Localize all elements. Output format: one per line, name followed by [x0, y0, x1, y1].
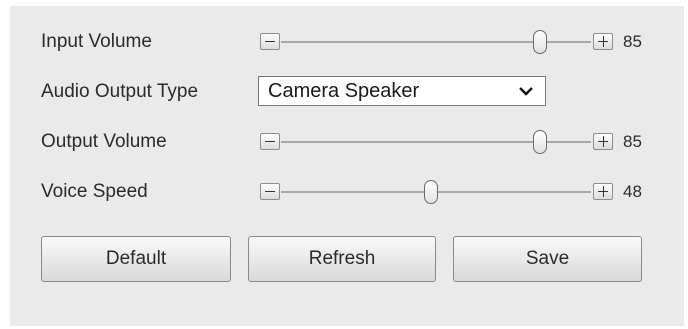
voice-speed-decrease-button[interactable] — [260, 183, 280, 200]
chevron-down-icon — [519, 87, 533, 96]
audio-output-type-label: Audio Output Type — [41, 81, 199, 102]
audio-output-type-select[interactable]: Camera Speaker — [258, 76, 546, 106]
audio-output-type-row: Audio Output Type Camera Speaker — [10, 74, 684, 108]
save-button[interactable]: Save — [453, 236, 642, 282]
output-volume-slider-thumb[interactable] — [532, 130, 547, 154]
audio-settings-panel: Input Volume 85 Audio Output Type Camera… — [10, 6, 684, 326]
voice-speed-row: Voice Speed 48 — [10, 174, 684, 208]
minus-icon — [261, 34, 279, 49]
voice-speed-increase-button[interactable] — [593, 183, 613, 200]
output-volume-label: Output Volume — [41, 131, 167, 152]
output-volume-increase-button[interactable] — [593, 133, 613, 150]
refresh-button[interactable]: Refresh — [248, 236, 436, 282]
output-volume-value: 85 — [623, 132, 642, 151]
input-volume-value: 85 — [623, 32, 642, 51]
voice-speed-slider-thumb[interactable] — [423, 180, 438, 204]
input-volume-increase-button[interactable] — [593, 33, 613, 50]
input-volume-row: Input Volume 85 — [10, 24, 684, 58]
output-volume-decrease-button[interactable] — [260, 133, 280, 150]
input-volume-label: Input Volume — [41, 31, 152, 52]
input-volume-slider-thumb[interactable] — [532, 30, 547, 54]
output-volume-row: Output Volume 85 — [10, 124, 684, 158]
audio-output-type-selected: Camera Speaker — [268, 80, 420, 102]
minus-icon — [261, 134, 279, 149]
voice-speed-label: Voice Speed — [41, 181, 148, 202]
minus-icon — [261, 184, 279, 199]
plus-icon — [594, 134, 612, 149]
voice-speed-value: 48 — [623, 182, 642, 201]
input-volume-decrease-button[interactable] — [260, 33, 280, 50]
plus-icon — [594, 34, 612, 49]
default-button[interactable]: Default — [41, 236, 231, 282]
plus-icon — [594, 184, 612, 199]
